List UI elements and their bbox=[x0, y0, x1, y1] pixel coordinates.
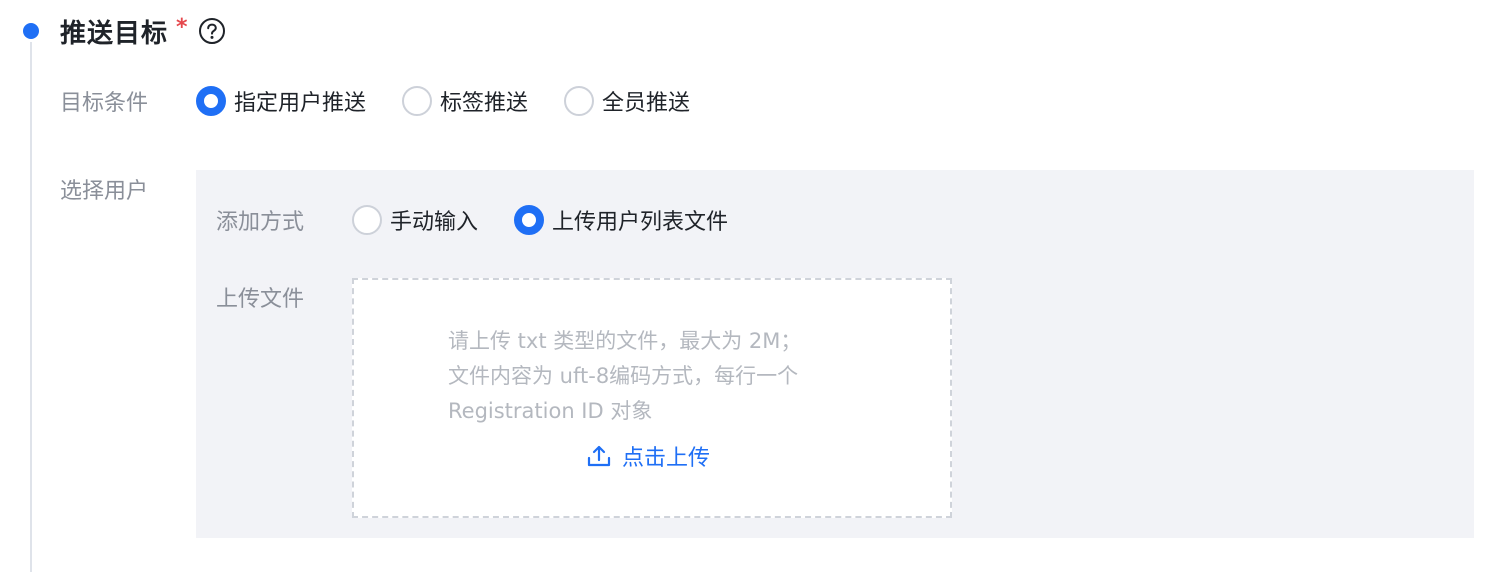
target-condition-row: 目标条件 bbox=[60, 84, 148, 118]
radio-label: 标签推送 bbox=[440, 91, 529, 116]
radio-button[interactable] bbox=[402, 86, 433, 116]
radio-button[interactable] bbox=[564, 86, 595, 116]
radio-label: 全员推送 bbox=[602, 91, 691, 116]
radio-button-checked[interactable] bbox=[514, 205, 545, 235]
select-user-row: 选择用户 bbox=[60, 172, 148, 206]
radio-label: 指定用户推送 bbox=[234, 91, 367, 116]
timeline-line bbox=[30, 42, 32, 572]
radio-all-users[interactable]: 全员推送 bbox=[564, 85, 690, 117]
section-title: 推送目标 bbox=[60, 18, 169, 49]
target-condition-label: 目标条件 bbox=[60, 91, 149, 116]
timeline-step-dot bbox=[23, 23, 39, 39]
add-method-row: 添加方式 bbox=[216, 203, 304, 237]
question-circle-icon[interactable] bbox=[198, 17, 226, 45]
upload-hint-line: 请上传 txt 类型的文件，最大为 2M； bbox=[448, 329, 802, 353]
upload-file-label: 上传文件 bbox=[216, 287, 305, 312]
upload-button-label: 点击上传 bbox=[622, 446, 711, 471]
upload-file-row: 上传文件 bbox=[216, 280, 304, 314]
add-method-radio-group: 手动输入 上传用户列表文件 bbox=[352, 203, 728, 237]
upload-hint: 请上传 txt 类型的文件，最大为 2M； 文件内容为 uft-8编码方式，每行… bbox=[448, 324, 801, 429]
radio-button[interactable] bbox=[352, 205, 382, 235]
radio-label: 手动输入 bbox=[390, 210, 479, 235]
add-method-label: 添加方式 bbox=[216, 210, 305, 235]
radio-upload-user-list[interactable]: 上传用户列表文件 bbox=[514, 204, 728, 236]
target-condition-radio-group: 指定用户推送 标签推送 全员推送 bbox=[196, 84, 690, 118]
radio-button-checked[interactable] bbox=[196, 86, 226, 116]
required-mark: * bbox=[176, 14, 188, 40]
upload-icon bbox=[587, 445, 611, 467]
radio-label: 上传用户列表文件 bbox=[552, 210, 729, 235]
radio-specified-users[interactable]: 指定用户推送 bbox=[196, 85, 366, 117]
select-user-label: 选择用户 bbox=[60, 179, 149, 204]
push-target-section: 推送目标 * 目标条件 指定用户推送 标签推送 全员推送 选择用户 添加方式 手… bbox=[0, 0, 1500, 572]
upload-button[interactable]: 点击上传 bbox=[586, 440, 710, 472]
upload-dropzone[interactable]: 请上传 txt 类型的文件，最大为 2M； 文件内容为 uft-8编码方式，每行… bbox=[352, 278, 952, 518]
radio-manual-input[interactable]: 手动输入 bbox=[352, 204, 478, 236]
radio-tag-push[interactable]: 标签推送 bbox=[402, 85, 528, 117]
upload-hint-line: 文件内容为 uft-8编码方式，每行一个 bbox=[448, 364, 799, 388]
section-header: 推送目标 * bbox=[60, 12, 226, 50]
upload-hint-line: Registration ID 对象 bbox=[448, 399, 653, 423]
